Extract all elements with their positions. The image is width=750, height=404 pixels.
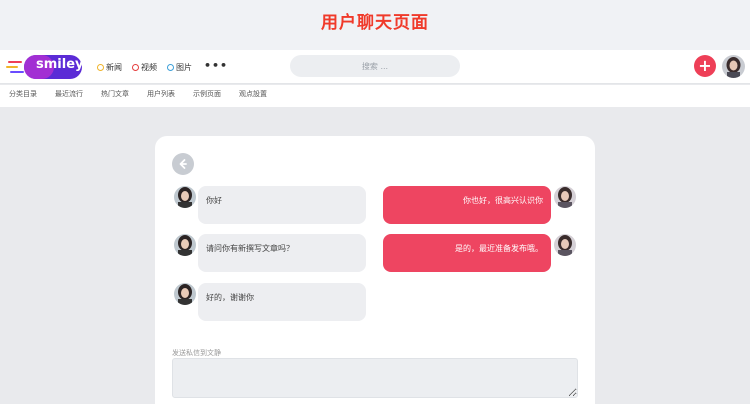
- sub-nav: 分类目录 最近流行 热门文章 用户列表 示例页面 观点設置: [0, 85, 750, 107]
- add-post-button[interactable]: +: [694, 55, 716, 77]
- circle-icon: [132, 64, 139, 71]
- chat-message: 好的，谢谢你: [198, 283, 366, 321]
- subnav-item-users[interactable]: 用户列表: [147, 89, 175, 99]
- avatar: [554, 234, 576, 256]
- back-button[interactable]: [172, 153, 194, 175]
- search-input[interactable]: [290, 55, 460, 77]
- nav-item-images[interactable]: 图片: [167, 62, 192, 73]
- nav-label: 图片: [176, 63, 192, 72]
- arrow-left-icon: [179, 159, 187, 169]
- subnav-item-categories[interactable]: 分类目录: [9, 89, 37, 99]
- avatar-image: [174, 186, 196, 208]
- avatar: [174, 283, 196, 305]
- logo[interactable]: smiley: [6, 52, 84, 82]
- avatar-image: [174, 234, 196, 256]
- chat-card: 你好 你也好，很高兴认识你 请问你有新撰写文章吗？ 是的，最近准备发布哦。 好的…: [155, 136, 595, 404]
- chat-message: 你也好，很高兴认识你: [383, 186, 551, 224]
- chat-message: 是的，最近准备发布哦。: [383, 234, 551, 272]
- nav-label: 视频: [141, 63, 157, 72]
- subnav-item-sample[interactable]: 示例页面: [193, 89, 221, 99]
- avatar-image: [174, 283, 196, 305]
- avatar-image: [554, 186, 576, 208]
- main-nav: 新闻 视频 图片 •••: [97, 59, 228, 74]
- nav-item-video[interactable]: 视频: [132, 62, 157, 73]
- more-icon[interactable]: •••: [204, 59, 228, 72]
- avatar-image: [554, 234, 576, 256]
- user-avatar[interactable]: [722, 55, 745, 78]
- subnav-item-popular[interactable]: 最近流行: [55, 89, 83, 99]
- page-title: 用户聊天页面: [321, 13, 429, 33]
- chat-message: 你好: [198, 186, 366, 224]
- subnav-item-hot[interactable]: 热门文章: [101, 89, 129, 99]
- circle-icon: [97, 64, 104, 71]
- nav-item-news[interactable]: 新闻: [97, 62, 122, 73]
- nav-label: 新闻: [106, 63, 122, 72]
- avatar: [174, 186, 196, 208]
- chat-message: 请问你有新撰写文章吗？: [198, 234, 366, 272]
- message-input[interactable]: [172, 358, 578, 398]
- circle-icon: [167, 64, 174, 71]
- logo-text: smiley: [36, 57, 84, 72]
- subnav-item-settings[interactable]: 观点設置: [239, 89, 267, 99]
- avatar-image: [722, 55, 745, 78]
- message-form-label: 发送私信到文静: [172, 349, 221, 357]
- avatar: [174, 234, 196, 256]
- avatar: [554, 186, 576, 208]
